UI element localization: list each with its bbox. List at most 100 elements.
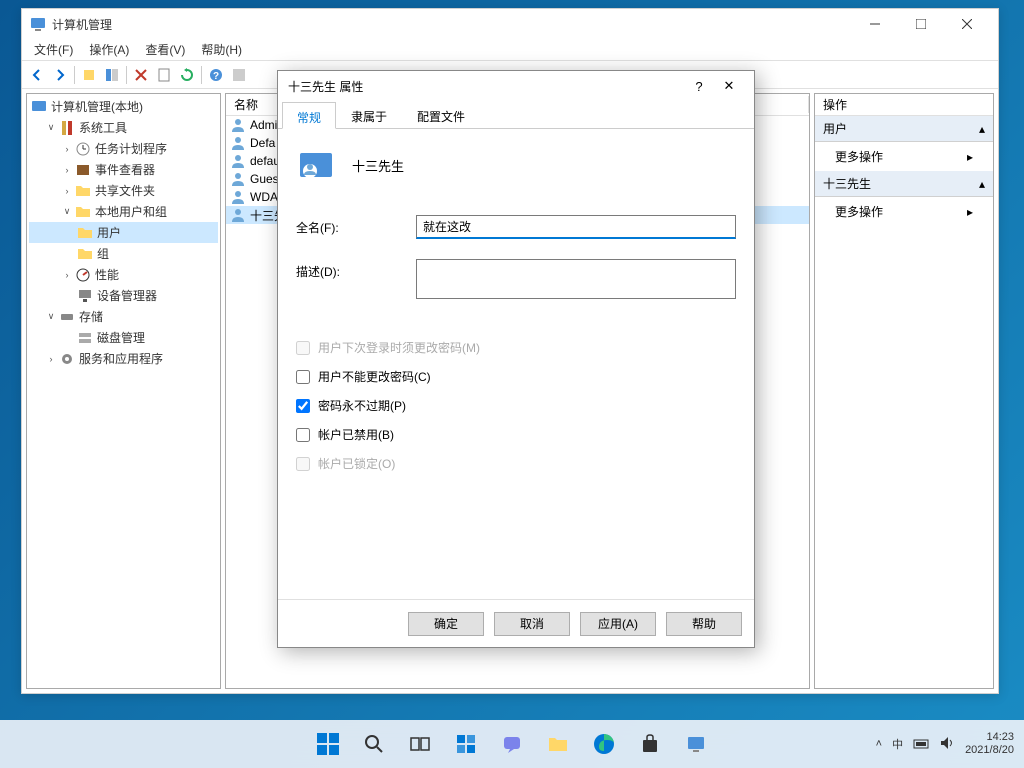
start-button[interactable] bbox=[308, 724, 348, 764]
tree-root[interactable]: 计算机管理(本地) bbox=[29, 96, 218, 117]
checkbox-disabled[interactable]: 帐户已禁用(B) bbox=[296, 426, 736, 443]
tree-label: 任务计划程序 bbox=[95, 140, 167, 157]
properties-button[interactable] bbox=[153, 64, 175, 86]
action-section-current[interactable]: 十三先生▴ bbox=[815, 171, 993, 197]
tree-device-manager[interactable]: 设备管理器 bbox=[29, 285, 218, 306]
menu-action[interactable]: 操作(A) bbox=[81, 39, 137, 60]
tab-general[interactable]: 常规 bbox=[282, 102, 336, 129]
tree-label: 存储 bbox=[79, 308, 103, 325]
tree-label: 设备管理器 bbox=[97, 287, 157, 304]
user-icon bbox=[230, 189, 246, 205]
tree-event-viewer[interactable]: › 事件查看器 bbox=[29, 159, 218, 180]
tree-local-users-groups[interactable]: ∨ 本地用户和组 bbox=[29, 201, 218, 222]
tree-task-scheduler[interactable]: › 任务计划程序 bbox=[29, 138, 218, 159]
checkbox-label: 帐户已锁定(O) bbox=[318, 455, 395, 472]
collapse-icon: ▴ bbox=[979, 177, 985, 191]
checkbox-input[interactable] bbox=[296, 428, 310, 442]
menu-view[interactable]: 查看(V) bbox=[137, 39, 193, 60]
chevron-down-icon[interactable]: ∨ bbox=[45, 311, 57, 323]
chevron-right-icon[interactable]: › bbox=[61, 164, 73, 176]
store-button[interactable] bbox=[630, 724, 670, 764]
checkbox-input[interactable] bbox=[296, 399, 310, 413]
close-button[interactable]: ✕ bbox=[714, 74, 744, 98]
tree-label: 本地用户和组 bbox=[95, 203, 167, 220]
widgets-button[interactable] bbox=[446, 724, 486, 764]
chevron-right-icon[interactable]: › bbox=[61, 269, 73, 281]
tree-label: 事件查看器 bbox=[95, 161, 155, 178]
list-cell: WDA bbox=[250, 190, 278, 204]
task-view-button[interactable] bbox=[400, 724, 440, 764]
window-title: 计算机管理 bbox=[52, 16, 852, 33]
tray-time[interactable]: 14:23 bbox=[965, 731, 1014, 744]
user-icon bbox=[230, 171, 246, 187]
up-button[interactable] bbox=[78, 64, 100, 86]
edge-button[interactable] bbox=[584, 724, 624, 764]
cancel-button[interactable]: 取消 bbox=[494, 612, 570, 636]
tree-label: 磁盘管理 bbox=[97, 329, 145, 346]
description-input[interactable] bbox=[416, 259, 736, 299]
tree-performance[interactable]: ›性能 bbox=[29, 264, 218, 285]
tray-chevron-icon[interactable]: ˄ bbox=[876, 738, 882, 750]
tree-system-tools[interactable]: ∨系统工具 bbox=[29, 117, 218, 138]
ime-indicator[interactable]: 中 bbox=[892, 736, 903, 752]
dialog-titlebar: 十三先生 属性 ? ✕ bbox=[278, 71, 754, 101]
action-section-user[interactable]: 用户▴ bbox=[815, 116, 993, 142]
chat-button[interactable] bbox=[492, 724, 532, 764]
checkbox-cannot-change[interactable]: 用户不能更改密码(C) bbox=[296, 368, 736, 385]
tree-storage[interactable]: ∨ 存储 bbox=[29, 306, 218, 327]
show-hide-button[interactable] bbox=[101, 64, 123, 86]
explorer-button[interactable] bbox=[538, 724, 578, 764]
help-button[interactable]: 帮助 bbox=[666, 612, 742, 636]
apply-button[interactable]: 应用(A) bbox=[580, 612, 656, 636]
tree-label: 组 bbox=[97, 245, 109, 262]
collapse-icon: ▴ bbox=[979, 122, 985, 136]
checkbox-input[interactable] bbox=[296, 370, 310, 384]
chevron-down-icon[interactable]: ∨ bbox=[45, 122, 57, 134]
volume-icon[interactable] bbox=[939, 735, 955, 754]
menu-file[interactable]: 文件(F) bbox=[26, 39, 81, 60]
tab-profile[interactable]: 配置文件 bbox=[402, 101, 480, 128]
maximize-button[interactable] bbox=[898, 9, 944, 39]
minimize-button[interactable] bbox=[852, 9, 898, 39]
forward-button[interactable] bbox=[49, 64, 71, 86]
user-icon bbox=[230, 117, 246, 133]
tab-member-of[interactable]: 隶属于 bbox=[336, 101, 402, 128]
tray-date[interactable]: 2021/8/20 bbox=[965, 744, 1014, 757]
titlebar: 计算机管理 bbox=[22, 9, 998, 39]
search-button[interactable] bbox=[354, 724, 394, 764]
extra-button[interactable] bbox=[228, 64, 250, 86]
chevron-right-icon[interactable]: › bbox=[61, 185, 73, 197]
user-avatar-icon bbox=[296, 145, 336, 185]
help-button[interactable]: ? bbox=[205, 64, 227, 86]
close-button[interactable] bbox=[944, 9, 990, 39]
ok-button[interactable]: 确定 bbox=[408, 612, 484, 636]
action-more-1[interactable]: 更多操作▸ bbox=[815, 142, 993, 171]
dialog-title: 十三先生 属性 bbox=[288, 78, 684, 95]
back-button[interactable] bbox=[26, 64, 48, 86]
compmgmt-taskbar-icon[interactable] bbox=[676, 724, 716, 764]
chevron-right-icon: ▸ bbox=[967, 150, 973, 164]
delete-button[interactable] bbox=[130, 64, 152, 86]
chevron-right-icon[interactable]: › bbox=[61, 143, 73, 155]
help-button[interactable]: ? bbox=[684, 74, 714, 98]
tree-services[interactable]: ›服务和应用程序 bbox=[29, 348, 218, 369]
tree-disk-management[interactable]: 磁盘管理 bbox=[29, 327, 218, 348]
tree-users[interactable]: 用户 bbox=[29, 222, 218, 243]
tree-groups[interactable]: 组 bbox=[29, 243, 218, 264]
checkbox-label: 帐户已禁用(B) bbox=[318, 426, 394, 443]
chevron-down-icon[interactable]: ∨ bbox=[61, 206, 73, 218]
tree-panel[interactable]: 计算机管理(本地) ∨系统工具 › 任务计划程序 › 事件查看器 ›共享文件夹 ∨ 本… bbox=[26, 93, 221, 689]
tree-shared-folders[interactable]: ›共享文件夹 bbox=[29, 180, 218, 201]
checkbox-label: 用户不能更改密码(C) bbox=[318, 368, 431, 385]
action-label: 更多操作 bbox=[835, 203, 883, 220]
list-cell: Gues bbox=[250, 172, 279, 186]
network-icon[interactable] bbox=[913, 735, 929, 754]
checkbox-never-expires[interactable]: 密码永不过期(P) bbox=[296, 397, 736, 414]
chevron-right-icon[interactable]: › bbox=[45, 353, 57, 365]
dialog-body: 十三先生 全名(F): 描述(D): 用户下次登录时须更改密码(M) 用户不能更… bbox=[278, 129, 754, 599]
action-more-2[interactable]: 更多操作▸ bbox=[815, 197, 993, 226]
checkbox-input bbox=[296, 457, 310, 471]
menu-help[interactable]: 帮助(H) bbox=[193, 39, 250, 60]
fullname-input[interactable] bbox=[416, 215, 736, 239]
refresh-button[interactable] bbox=[176, 64, 198, 86]
